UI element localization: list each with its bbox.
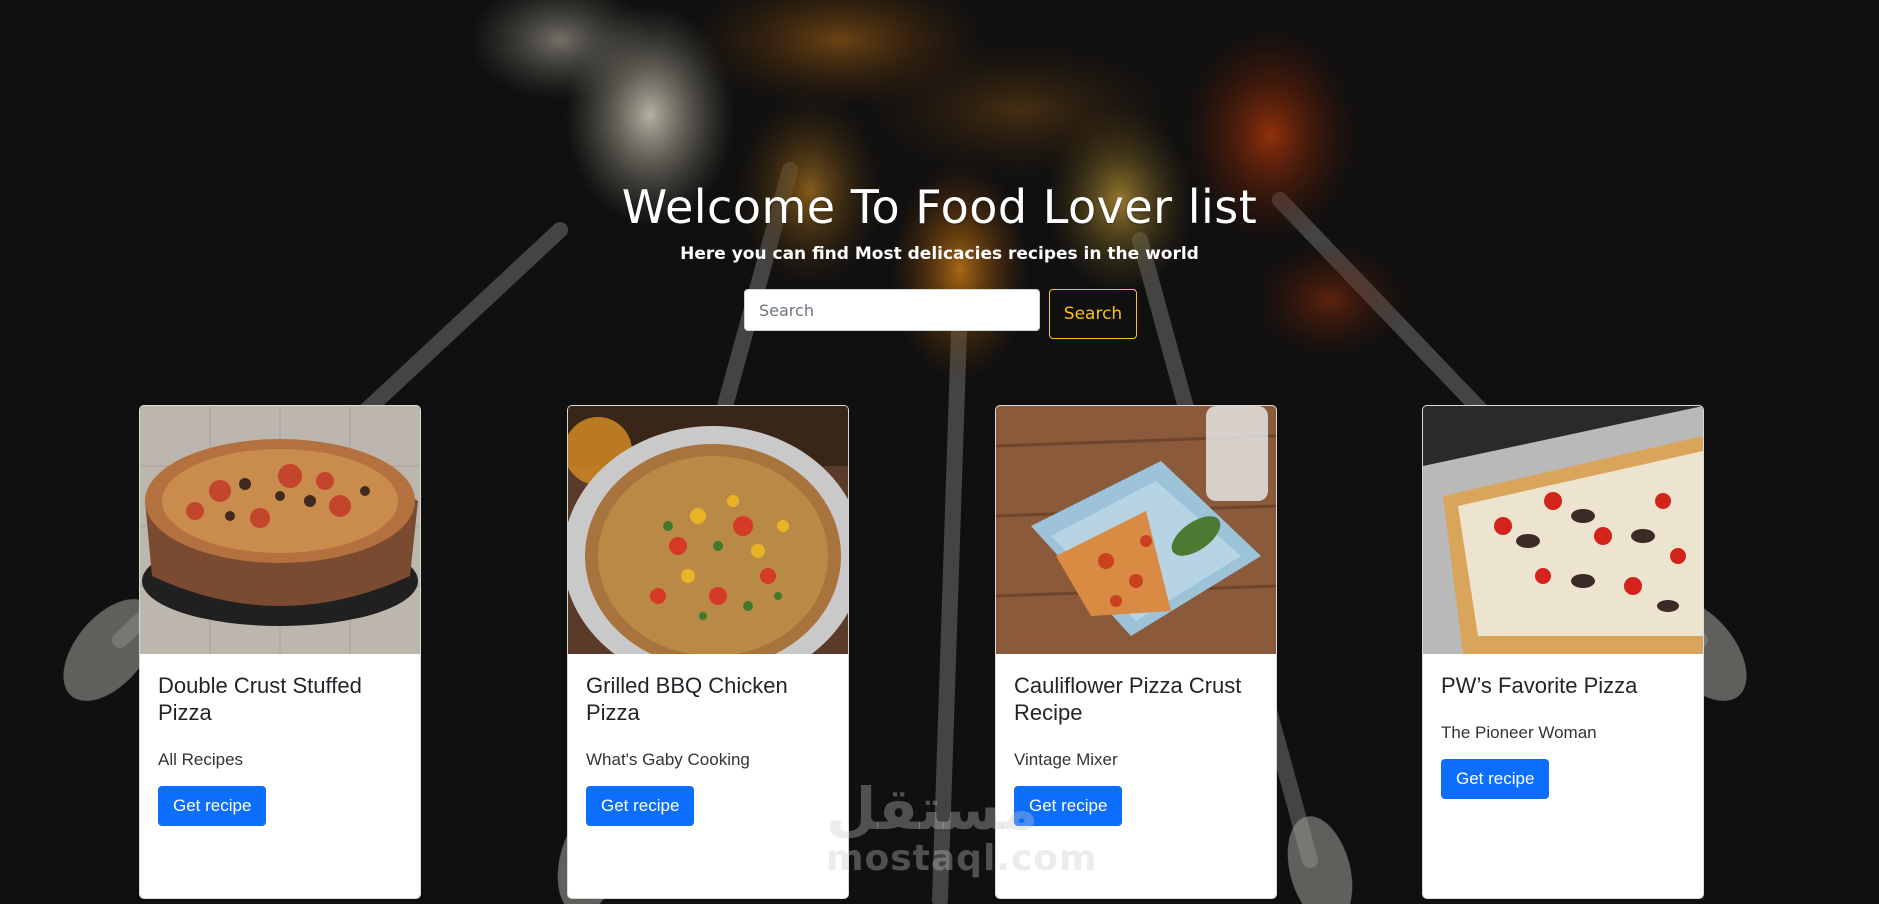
get-recipe-button[interactable]: Get recipe [1441, 759, 1550, 799]
search-input[interactable] [744, 289, 1040, 331]
get-recipe-button[interactable]: Get recipe [158, 786, 267, 826]
pizza-photo [1423, 406, 1703, 654]
recipe-card: Grilled BBQ Chicken Pizza What's Gaby Co… [567, 405, 849, 899]
card-source: The Pioneer Woman [1441, 723, 1597, 742]
card-title: Double Crust Stuffed Pizza [158, 673, 362, 725]
card-source: What's Gaby Cooking [586, 750, 750, 769]
card-title: Cauliflower Pizza Crust Recipe [1014, 673, 1242, 725]
hero-section: Welcome To Food Lover list Here you can … [0, 180, 1879, 264]
recipe-card: Double Crust Stuffed Pizza All Recipes G… [139, 405, 421, 899]
pizza-photo [140, 406, 420, 654]
recipe-card: Cauliflower Pizza Crust Recipe Vintage M… [995, 405, 1277, 899]
recipe-card: PW’s Favorite Pizza The Pioneer Woman Ge… [1422, 405, 1704, 899]
get-recipe-button[interactable]: Get recipe [1014, 786, 1123, 826]
search-button[interactable]: Search [1049, 289, 1137, 339]
get-recipe-button[interactable]: Get recipe [586, 786, 695, 826]
pizza-photo [568, 406, 848, 654]
pizza-photo [996, 406, 1276, 654]
page-subtitle: Here you can find Most delicacies recipe… [680, 244, 1199, 264]
card-source: All Recipes [158, 750, 244, 769]
card-title: Grilled BBQ Chicken Pizza [586, 673, 788, 725]
search-form: Search [744, 289, 1137, 339]
card-title: PW’s Favorite Pizza [1441, 673, 1638, 698]
card-source: Vintage Mixer [1014, 750, 1118, 769]
page-title: Welcome To Food Lover list [621, 180, 1258, 234]
